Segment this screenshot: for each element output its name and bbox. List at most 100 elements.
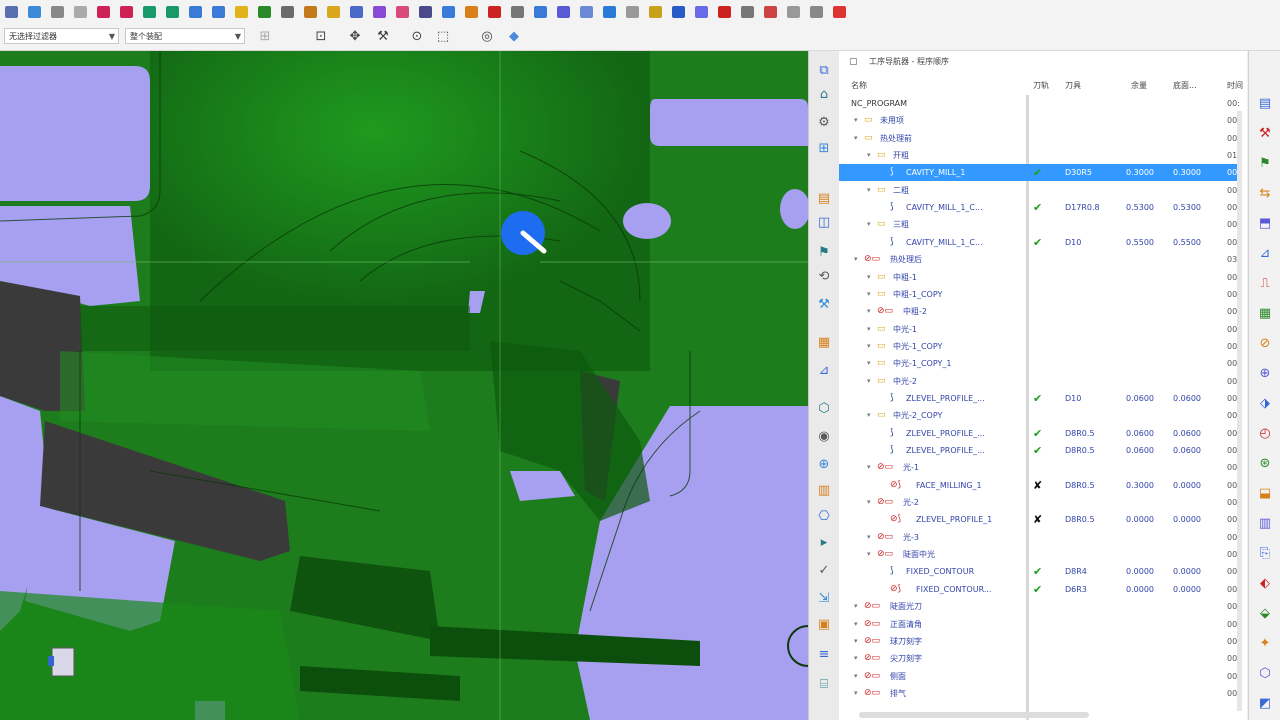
library-icon[interactable]: ▥ [815,483,833,499]
expand-toggle-icon[interactable]: ▾ [854,650,858,667]
tb18-icon[interactable]: ⬙ [1256,605,1274,623]
part-model-view[interactable] [0,51,808,720]
layout-icon[interactable] [23,3,46,21]
stop-icon[interactable] [713,3,736,21]
snap-icon[interactable]: ⊞ [256,28,274,46]
tree-row[interactable]: ⊘⟆ FACE_MILLING_1 ✘ D8R0.5 0.3000 0.0000 00: [839,477,1240,494]
tree-row[interactable]: ▾ ⊘▭ 中粗-2 00: [839,303,1240,320]
view-cube-icon[interactable]: ◎ [478,28,496,46]
col-name[interactable]: 名称 [851,77,867,95]
expand-toggle-icon[interactable]: ▾ [854,251,858,268]
tool-view-icon[interactable]: ⚙ [815,115,833,131]
horizontal-scrollbar[interactable] [859,712,1089,718]
simulate-icon[interactable]: ▸ [815,535,833,551]
tree-row[interactable]: ▾ ▭ 三粗 00: [839,216,1240,233]
tree-row[interactable]: ▾ ▭ 中粗-1_COPY 00: [839,286,1240,303]
clip-icon[interactable] [805,3,828,21]
method-view-icon[interactable]: ▤ [815,191,833,207]
expand-toggle-icon[interactable]: ▾ [854,668,858,685]
col-floor[interactable]: 底面... [1173,77,1197,95]
chain-icon[interactable] [414,3,437,21]
dot-icon[interactable]: ✥ [346,28,364,46]
arrow-down-icon[interactable] [161,3,184,21]
tree-row[interactable]: ⟆ ZLEVEL_PROFILE_... ✔ D8R0.5 0.0600 0.0600 00… [839,425,1240,442]
list-icon[interactable] [529,3,552,21]
close-icon[interactable] [828,3,851,21]
doc-icon[interactable]: ▣ [815,617,833,633]
tb7-icon[interactable]: ⎍ [1256,275,1274,293]
tree-row[interactable]: ▾ ▭ 中光-2_COPY 00: [839,407,1240,424]
tree-row[interactable]: ▾ ▭ 中光-2 00: [839,373,1240,390]
tb8-icon[interactable]: ▦ [1256,305,1274,323]
tb12-icon[interactable]: ◴ [1256,425,1274,443]
sync-icon[interactable] [391,3,414,21]
tb19-icon[interactable]: ✦ [1256,635,1274,653]
expand-toggle-icon[interactable]: ▾ [867,216,871,233]
navigator-icon[interactable]: ⧉ [815,63,833,79]
tb3-icon[interactable]: ⚑ [1256,155,1274,173]
tree-row[interactable]: ▾ ⊘▭ 排气 00: [839,685,1240,702]
tb6-icon[interactable]: ⊿ [1256,245,1274,263]
tb16-icon[interactable]: ⎘ [1256,545,1274,563]
type-filter-select[interactable]: 无选择过滤器 ▼ [4,28,119,44]
tb11-icon[interactable]: ⬗ [1256,395,1274,413]
graphics-viewport[interactable] [0,51,808,720]
ruler-icon[interactable] [644,3,667,21]
tb9-icon[interactable]: ⊘ [1256,335,1274,353]
layer-icon[interactable] [184,3,207,21]
nav-icon[interactable] [276,3,299,21]
expand-toggle-icon[interactable]: ▾ [867,303,871,320]
post-icon[interactable]: ⇲ [815,591,833,607]
expand-toggle-icon[interactable]: ▾ [867,529,871,546]
assembly-icon[interactable]: ⚑ [815,245,833,261]
tree-row[interactable]: ▾ ▭ 二粗 00: [839,182,1240,199]
rectangle-icon[interactable]: ⬚ [434,28,452,46]
paint-icon[interactable] [437,3,460,21]
expand-toggle-icon[interactable]: ▾ [867,338,871,355]
tree-row[interactable]: ⊘⟆ ZLEVEL_PROFILE_1 ✘ D8R0.5 0.0000 0.0000 00: [839,511,1240,528]
tb17-icon[interactable]: ⬖ [1256,575,1274,593]
hd3d-icon[interactable]: ◉ [815,429,833,445]
circle-icon[interactable] [621,3,644,21]
col-time[interactable]: 时间 [1227,77,1243,95]
tree-row[interactable]: ▾ ⊘▭ 侧面 00: [839,668,1240,685]
tb5-icon[interactable]: ⬒ [1256,215,1274,233]
web-icon[interactable]: ⊕ [815,457,833,473]
circle-dot-icon[interactable]: ⊙ [408,28,426,46]
tree-row[interactable]: NC_PROGRAM 00: [839,95,1240,112]
tb14-icon[interactable]: ⬓ [1256,485,1274,503]
expand-toggle-icon[interactable]: ▾ [854,112,858,129]
shop-icon[interactable]: ⌸ [815,677,833,693]
tb1-icon[interactable]: ▤ [1256,95,1274,113]
expand-toggle-icon[interactable]: ▾ [867,546,871,563]
tree-row[interactable]: ▾ ⊘▭ 光-1 00: [839,459,1240,476]
expand-toggle-icon[interactable]: ▾ [867,147,871,164]
tree-row[interactable]: ⟆ ZLEVEL_PROFILE_... ✔ D10 0.0600 0.0600 00: [839,390,1240,407]
shield-icon[interactable] [667,3,690,21]
arrow-up-icon[interactable] [138,3,161,21]
tb13-icon[interactable]: ⊛ [1256,455,1274,473]
history-icon[interactable]: ⚒ [815,297,833,313]
tree-row[interactable]: ▾ ▭ 中光-1_COPY 00: [839,338,1240,355]
verify-icon[interactable]: ✓ [815,563,833,579]
expand-toggle-icon[interactable]: ▾ [867,459,871,476]
arrow-left-icon[interactable] [92,3,115,21]
report-icon[interactable]: ≡ [815,647,833,663]
expand-toggle-icon[interactable]: ▾ [867,286,871,303]
tree-row[interactable]: ▾ ⊘▭ 光-3 00: [839,529,1240,546]
tb20-icon[interactable]: ⬡ [1256,665,1274,683]
tree-row[interactable]: ▾ ▭ 中粗-1 00: [839,269,1240,286]
expand-toggle-icon[interactable]: ▾ [867,355,871,372]
cube2-icon[interactable] [368,3,391,21]
tree-row[interactable]: ⟆ ZLEVEL_PROFILE_... ✔ D8R0.5 0.0600 0.0600 00… [839,442,1240,459]
tool-icon[interactable] [460,3,483,21]
shaded-cube-icon[interactable]: ◆ [505,28,523,46]
tree-row[interactable]: ▾ ▭ 中光-1_COPY_1 00: [839,355,1240,372]
tree-row[interactable]: ▾ ▭ 中光-1 00: [839,321,1240,338]
vertical-scrollbar[interactable] [1237,111,1242,711]
expand-toggle-icon[interactable]: ▾ [854,616,858,633]
tb10-icon[interactable]: ⊕ [1256,365,1274,383]
tb21-icon[interactable]: ◩ [1256,695,1274,713]
tree-row[interactable]: ▾ ⊘▭ 尖刀刻字 00: [839,650,1240,667]
tree-row[interactable]: ▾ ▭ 开粗 01: [839,147,1240,164]
